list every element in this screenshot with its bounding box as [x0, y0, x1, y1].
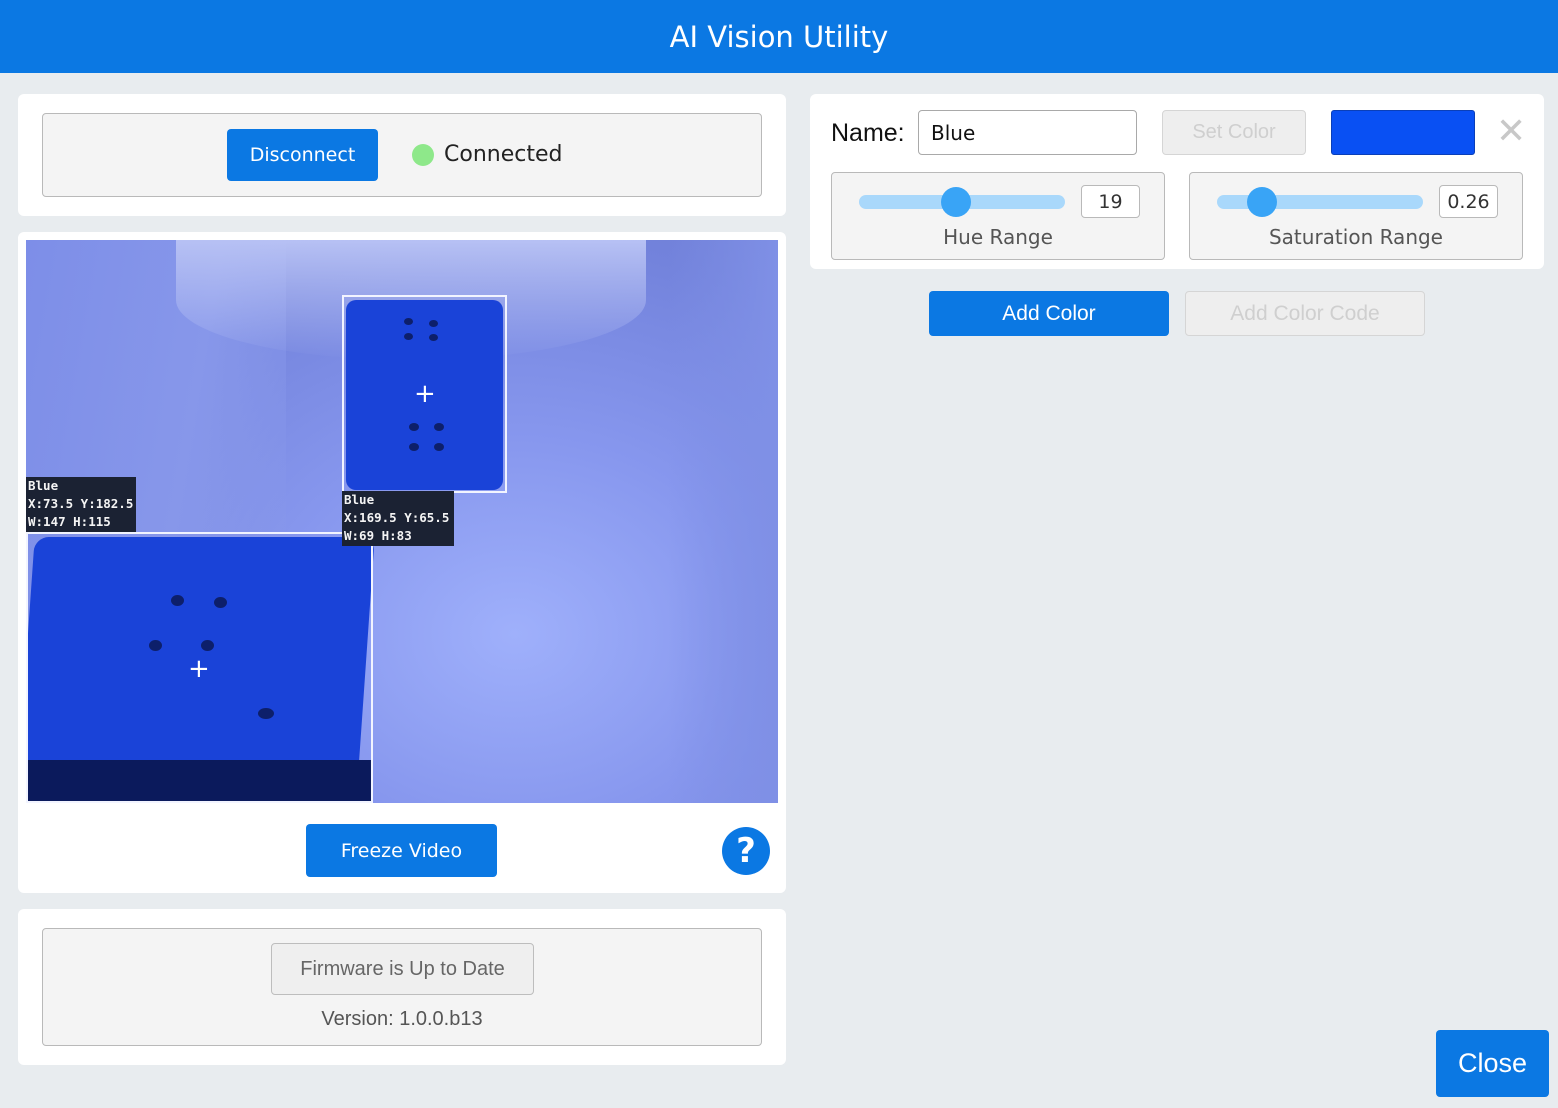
hue-range-panel: 19 Hue Range — [831, 172, 1165, 260]
set-color-button[interactable]: Set Color — [1162, 110, 1306, 155]
connection-card: Disconnect Connected — [18, 94, 786, 216]
color-editor-card: Name: Blue Set Color ✕ 19 Hue Range 0.26… — [810, 94, 1544, 269]
detection-size: W:147 H:115 — [28, 514, 111, 529]
detection-coords: X:169.5 Y:65.5 — [344, 510, 450, 525]
detection-size: W:69 H:83 — [344, 528, 412, 543]
app-header: AI Vision Utility — [0, 0, 1558, 73]
firmware-version: Version: 1.0.0.b13 — [321, 1008, 483, 1030]
connection-status-icon — [412, 144, 434, 166]
color-name-input[interactable]: Blue — [918, 110, 1137, 155]
detection-coords: X:73.5 Y:182.5 — [28, 496, 134, 511]
detection-label-small: Blue X:169.5 Y:65.5 W:69 H:83 — [342, 491, 454, 546]
connection-panel: Disconnect Connected — [42, 113, 762, 197]
freeze-video-button[interactable]: Freeze Video — [306, 824, 497, 877]
close-button[interactable]: Close — [1436, 1030, 1549, 1097]
camera-feed[interactable]: + + Blue X:73.5 Y:182.5 W:147 H:115 Blue… — [26, 240, 778, 803]
saturation-range-panel: 0.26 Saturation Range — [1189, 172, 1523, 260]
hue-range-label: Hue Range — [943, 225, 1053, 249]
close-icon[interactable]: ✕ — [1496, 114, 1526, 150]
add-color-code-button[interactable]: Add Color Code — [1185, 291, 1425, 336]
detection-label-large: Blue X:73.5 Y:182.5 W:147 H:115 — [26, 477, 136, 532]
saturation-range-label: Saturation Range — [1268, 225, 1443, 249]
detection-center-small: + — [414, 379, 436, 409]
hue-value-field[interactable]: 19 — [1081, 185, 1140, 218]
detection-name: Blue — [344, 492, 375, 507]
connection-status-text: Connected — [444, 142, 563, 167]
color-swatch[interactable] — [1331, 110, 1475, 155]
disconnect-button[interactable]: Disconnect — [227, 129, 378, 181]
saturation-slider-thumb[interactable] — [1247, 187, 1278, 217]
detection-name: Blue — [28, 478, 59, 493]
firmware-status-button[interactable]: Firmware is Up to Date — [271, 943, 534, 995]
saturation-value-field[interactable]: 0.26 — [1439, 185, 1498, 218]
detection-center-large: + — [188, 654, 210, 684]
name-label: Name: — [831, 119, 905, 147]
hue-slider-thumb[interactable] — [940, 187, 971, 217]
camera-wall-right — [668, 240, 778, 803]
add-color-button[interactable]: Add Color — [929, 291, 1169, 336]
firmware-card: Firmware is Up to Date Version: 1.0.0.b1… — [18, 909, 786, 1065]
help-icon[interactable]: ? — [722, 827, 770, 875]
app-title: AI Vision Utility — [669, 19, 889, 54]
firmware-panel: Firmware is Up to Date Version: 1.0.0.b1… — [42, 928, 762, 1046]
